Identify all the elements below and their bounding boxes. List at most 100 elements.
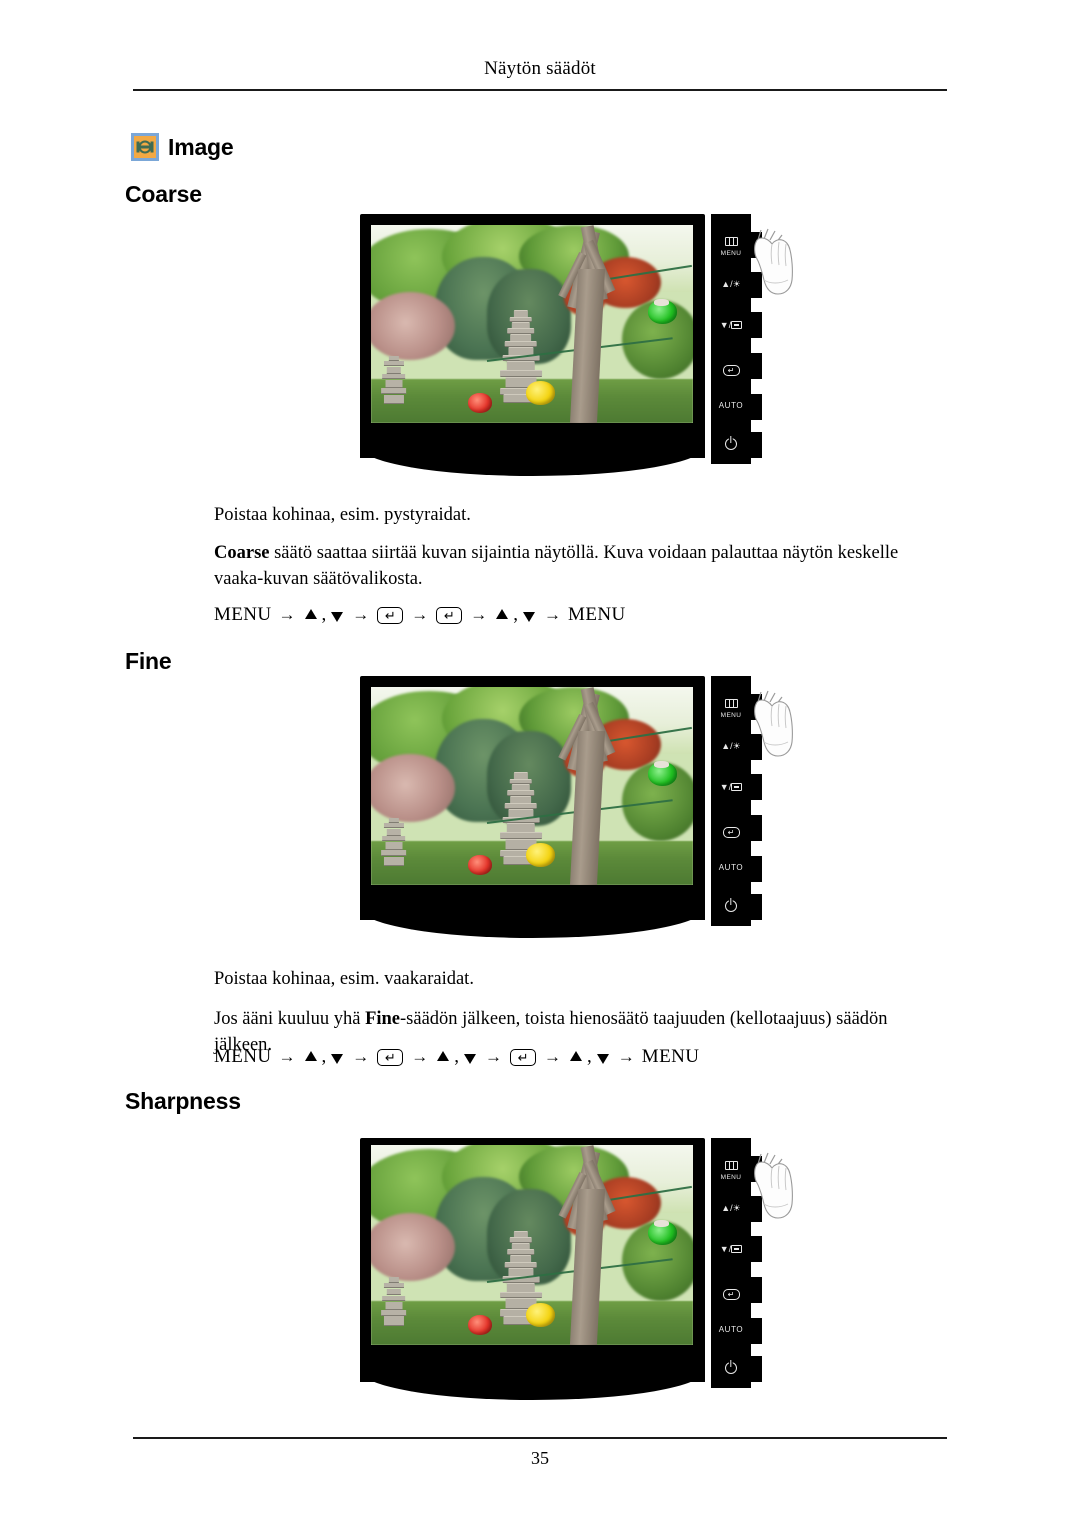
heading-sharpness: Sharpness <box>125 1088 241 1114</box>
heading-coarse: Coarse <box>125 181 202 207</box>
coarse-paragraph-1: Poistaa kohinaa, esim. pystyraidat. <box>214 505 471 525</box>
monitor-menu-button[interactable]: MENU <box>711 234 751 258</box>
monitor-power-button[interactable] <box>711 1362 751 1378</box>
seq-comma: , <box>321 604 327 625</box>
monitor-menu-button[interactable]: MENU <box>711 696 751 720</box>
monitor-auto-button[interactable]: AUTO <box>711 402 751 410</box>
seq-down-triangle-icon <box>464 1054 477 1064</box>
header-divider <box>133 89 947 91</box>
heading-fine: Fine <box>125 648 172 674</box>
monitor-figure-fine: MENU ▲/☀ ▼/ ↵ AUTO <box>360 676 793 946</box>
seq-up-triangle-icon <box>304 1051 317 1061</box>
monitor-up-brightness-button[interactable]: ▲/☀ <box>711 1204 751 1213</box>
yellow-lantern-icon <box>525 843 555 868</box>
seq-up-triangle-icon <box>570 1051 583 1061</box>
seq-up-triangle-icon <box>437 1051 450 1061</box>
monitor-power-button[interactable] <box>711 900 751 916</box>
page-header-title: Näytön säädöt <box>484 58 596 79</box>
yellow-lantern-icon <box>525 381 555 406</box>
fine-paragraph-1: Poistaa kohinaa, esim. vaakaraidat. <box>214 969 474 989</box>
image-osd-icon-glyph <box>136 140 154 154</box>
monitor-enter-button[interactable]: ↵ <box>711 361 751 377</box>
monitor-figure-coarse: MENU ▲/☀ ▼/ ↵ AUTO <box>360 214 793 484</box>
enter-icon: ↵ <box>722 1289 740 1300</box>
seq-arrow: → <box>617 1047 635 1066</box>
monitor-down-source-button[interactable]: ▼/ <box>711 320 751 330</box>
red-lantern-icon <box>467 393 492 414</box>
seq-enter-key-icon: ↵ <box>377 1048 404 1066</box>
stone-pagoda-small-icon <box>380 1277 407 1326</box>
fine-bold-term: Fine <box>365 1009 401 1029</box>
seq-arrow: → <box>485 1047 503 1066</box>
monitor-up-brightness-button[interactable]: ▲/☀ <box>711 280 751 289</box>
monitor-control-panel: MENU ▲/☀ ▼/ ↵ AUTO <box>711 1138 762 1388</box>
monitor-down-source-button[interactable]: ▼/ <box>711 782 751 792</box>
monitor-screen <box>371 1145 693 1345</box>
coarse-bold-term: Coarse <box>214 543 270 563</box>
stone-pagoda-small-icon <box>380 817 407 867</box>
stone-pagoda-small-icon <box>380 355 407 405</box>
fine-menu-sequence: MENU → , → ↵ → , → ↵ → , → MENU <box>214 1046 699 1068</box>
monitor-auto-button[interactable]: AUTO <box>711 864 751 872</box>
monitor-up-brightness-button[interactable]: ▲/☀ <box>711 742 751 751</box>
monitor-bezel-bottom <box>360 908 705 938</box>
pointing-hand-icon <box>754 1152 793 1219</box>
power-icon <box>725 1362 737 1374</box>
seq-enter-key-icon: ↵ <box>377 606 404 624</box>
seq-menu-start: MENU <box>214 1046 272 1067</box>
seq-comma: , <box>587 1046 592 1067</box>
monitor-screen <box>371 687 693 885</box>
seq-enter-key-icon: ↵ <box>510 1048 537 1066</box>
down-source-icon: ▼/ <box>720 782 743 792</box>
monitor-menu-button[interactable]: MENU <box>711 1158 751 1182</box>
monitor-power-button[interactable] <box>711 438 751 454</box>
up-brightness-icon: ▲/☀ <box>721 279 741 289</box>
seq-menu-start: MENU <box>214 604 272 625</box>
monitor-down-source-button[interactable]: ▼/ <box>711 1244 751 1254</box>
monitor-control-panel: MENU ▲/☀ ▼/ ↵ AUTO <box>711 214 762 464</box>
green-lantern-icon <box>647 760 677 786</box>
garden-scene <box>371 1145 693 1345</box>
power-icon <box>725 438 737 450</box>
seq-down-triangle-icon <box>596 1054 609 1064</box>
green-lantern-icon <box>647 1219 677 1245</box>
seq-comma: , <box>454 1046 460 1067</box>
seq-down-triangle-icon <box>523 612 536 622</box>
up-brightness-icon: ▲/☀ <box>721 1203 741 1213</box>
seq-menu-end: MENU <box>568 604 626 625</box>
garden-scene <box>371 225 693 423</box>
power-icon <box>725 900 737 912</box>
coarse-paragraph-2: Coarse säätö saattaa siirtää kuvan sijai… <box>214 540 949 593</box>
seq-enter-key-icon: ↵ <box>436 606 463 624</box>
seq-down-triangle-icon <box>331 1054 344 1064</box>
seq-arrow: → <box>411 605 429 624</box>
monitor-enter-button[interactable]: ↵ <box>711 1285 751 1301</box>
pointing-hand-icon <box>754 228 793 295</box>
menu-icon <box>724 237 738 246</box>
fine-paragraph-2-before: Jos ääni kuuluu yhä <box>214 1009 366 1029</box>
enter-icon: ↵ <box>722 365 740 376</box>
green-lantern-icon <box>647 298 677 324</box>
seq-arrow: → <box>544 605 562 624</box>
monitor-control-panel: MENU ▲/☀ ▼/ ↵ AUTO <box>711 676 762 926</box>
menu-icon <box>724 699 738 708</box>
footer-divider <box>133 1437 947 1439</box>
monitor-enter-button[interactable]: ↵ <box>711 823 751 839</box>
down-source-icon: ▼/ <box>720 320 743 330</box>
yellow-lantern-icon <box>525 1303 555 1327</box>
seq-arrow: → <box>278 605 296 624</box>
page-number: 35 <box>531 1448 549 1468</box>
down-source-icon: ▼/ <box>720 1244 743 1254</box>
seq-up-triangle-icon <box>496 609 509 619</box>
monitor-screen <box>371 225 693 423</box>
section-image-title: Image <box>131 133 234 161</box>
coarse-paragraph-2-rest: säätö saattaa siirtää kuvan sijaintia nä… <box>214 543 899 590</box>
section-title-label: Image <box>168 133 234 160</box>
seq-menu-end: MENU <box>641 1046 700 1067</box>
monitor-figure-sharpness: MENU ▲/☀ ▼/ ↵ AUTO <box>360 1138 793 1408</box>
seq-comma: , <box>321 1046 327 1067</box>
seq-arrow: → <box>411 1047 429 1066</box>
seq-arrow: → <box>352 1047 370 1066</box>
pointing-hand-icon <box>754 690 793 757</box>
monitor-auto-button[interactable]: AUTO <box>711 1326 751 1334</box>
